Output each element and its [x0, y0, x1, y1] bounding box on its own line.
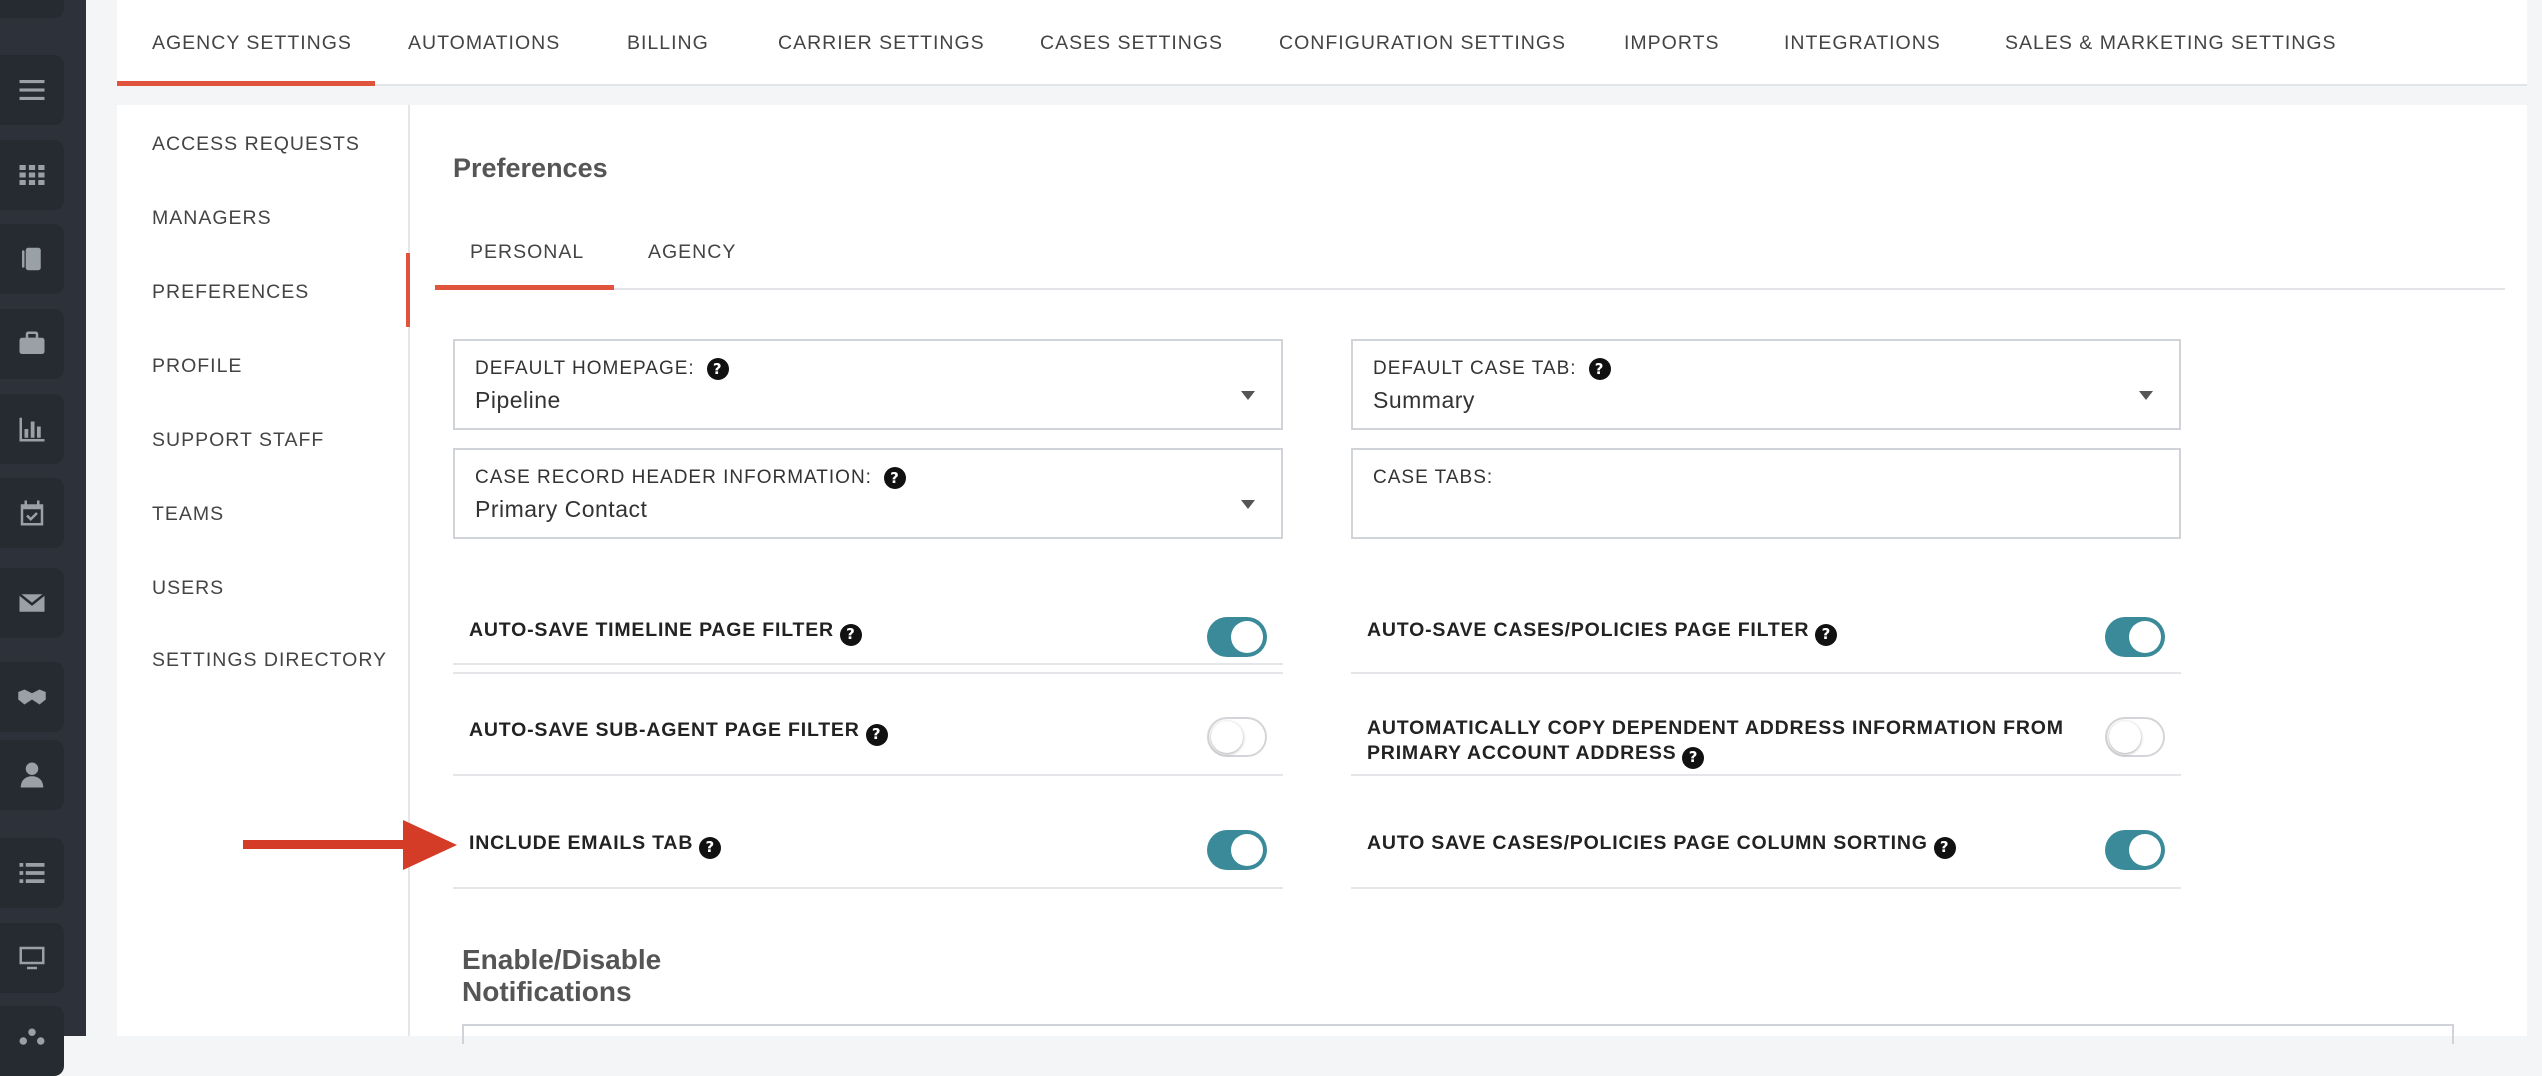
- page-title: Preferences: [453, 153, 608, 183]
- help-icon[interactable]: ?: [706, 358, 729, 380]
- chevron-down-icon: [2139, 391, 2153, 400]
- tab-imports[interactable]: IMPORTS: [1624, 32, 1719, 55]
- notifications-section-title: Enable/Disable Notifications: [462, 944, 662, 1007]
- auto-copy-address-row: AUTOMATICALLY COPY DEPENDENT ADDRESS INF…: [1351, 675, 2181, 776]
- include-emails-row: INCLUDE EMAILS TAB?: [453, 777, 1283, 889]
- auto-save-sorting-toggle[interactable]: [2105, 830, 2165, 870]
- calendar-check-icon[interactable]: [0, 478, 64, 548]
- autosave-timeline-label: AUTO-SAVE TIMELINE PAGE FILTER: [469, 619, 834, 641]
- subtabs-divider: [435, 288, 2505, 290]
- active-subtab-indicator: [435, 285, 614, 290]
- toggle-knob: [1211, 721, 1243, 753]
- handshake-icon[interactable]: [0, 662, 64, 732]
- sidebar-item-settings-directory[interactable]: SETTINGS DIRECTORY: [152, 649, 387, 672]
- autosave-subagent-row: AUTO-SAVE SUB-AGENT PAGE FILTER?: [453, 675, 1283, 776]
- settings-sidebar: ACCESS REQUESTS MANAGERS PREFERENCES PRO…: [117, 105, 411, 1036]
- autosave-cases-row: AUTO-SAVE CASES/POLICIES PAGE FILTER?: [1351, 603, 2181, 674]
- sidebar-item-access-requests[interactable]: ACCESS REQUESTS: [152, 133, 360, 156]
- help-icon[interactable]: ?: [1682, 746, 1705, 769]
- default-case-tab-select[interactable]: DEFAULT CASE TAB: ? Summary: [1351, 339, 2181, 430]
- preferences-panel: Preferences PERSONAL AGENCY DEFAULT HOME…: [410, 105, 2527, 1036]
- autosave-subagent-toggle[interactable]: [1207, 717, 1267, 757]
- autosave-cases-label: AUTO-SAVE CASES/POLICIES PAGE FILTER: [1367, 619, 1810, 641]
- auto-copy-address-label-line1: AUTOMATICALLY COPY DEPENDENT ADDRESS INF…: [1367, 717, 2064, 739]
- briefcase-icon[interactable]: [0, 309, 64, 379]
- cards-icon[interactable]: [0, 224, 64, 294]
- case-record-header-label: CASE RECORD HEADER INFORMATION:: [475, 467, 872, 488]
- default-case-tab-label: DEFAULT CASE TAB:: [1373, 358, 1577, 379]
- toggle-knob: [1231, 621, 1263, 653]
- tab-billing[interactable]: BILLING: [627, 32, 709, 55]
- settings-top-tabs: AGENCY SETTINGS AUTOMATIONS BILLING CARR…: [117, 0, 2527, 86]
- tab-personal[interactable]: PERSONAL: [470, 241, 584, 264]
- autosave-subagent-label: AUTO-SAVE SUB-AGENT PAGE FILTER: [469, 719, 860, 741]
- help-icon[interactable]: ?: [839, 623, 862, 646]
- help-icon[interactable]: ?: [865, 723, 888, 746]
- include-emails-label: INCLUDE EMAILS TAB: [469, 832, 694, 854]
- case-tabs-multiselect[interactable]: CASE TABS:: [1351, 448, 2181, 539]
- case-tabs-label: CASE TABS:: [1373, 467, 1494, 488]
- toggle-knob: [2129, 834, 2161, 866]
- tab-sales-marketing-settings[interactable]: SALES & MARKETING SETTINGS: [2005, 32, 2337, 55]
- org-icon[interactable]: [0, 1006, 64, 1076]
- autosave-timeline-toggle[interactable]: [1207, 617, 1267, 657]
- toggle-knob: [2109, 721, 2141, 753]
- autosave-cases-toggle[interactable]: [2105, 617, 2165, 657]
- sidebar-item-support-staff[interactable]: SUPPORT STAFF: [152, 429, 324, 452]
- annotation-arrow-icon: [243, 820, 457, 870]
- chevron-down-icon: [1241, 500, 1255, 509]
- sidebar-item-users[interactable]: USERS: [152, 577, 224, 600]
- tab-agency-settings[interactable]: AGENCY SETTINGS: [152, 32, 352, 55]
- help-icon[interactable]: ?: [699, 836, 722, 859]
- tab-carrier-settings[interactable]: CARRIER SETTINGS: [778, 32, 985, 55]
- envelope-icon[interactable]: [0, 568, 64, 638]
- active-tab-indicator: [117, 81, 375, 86]
- help-icon[interactable]: ?: [1815, 623, 1838, 646]
- default-homepage-label: DEFAULT HOMEPAGE:: [475, 358, 695, 379]
- tab-automations[interactable]: AUTOMATIONS: [408, 32, 560, 55]
- help-icon[interactable]: ?: [883, 467, 906, 489]
- chevron-down-icon: [1241, 391, 1255, 400]
- toggle-knob: [1231, 834, 1263, 866]
- toggle-knob: [2129, 621, 2161, 653]
- sidebar-item-profile[interactable]: PROFILE: [152, 355, 242, 378]
- auto-copy-address-label-line2: PRIMARY ACCOUNT ADDRESS: [1367, 742, 1677, 764]
- notifications-panel: [462, 1024, 2454, 1044]
- sidebar-item-managers[interactable]: MANAGERS: [152, 207, 272, 230]
- autosave-timeline-row: AUTO-SAVE TIMELINE PAGE FILTER?: [453, 603, 1283, 674]
- tab-configuration-settings[interactable]: CONFIGURATION SETTINGS: [1279, 32, 1566, 55]
- grid-icon[interactable]: [0, 140, 64, 210]
- default-homepage-value: Pipeline: [475, 387, 561, 413]
- bar-chart-icon[interactable]: [0, 394, 64, 464]
- help-icon[interactable]: ?: [1933, 836, 1956, 859]
- person-icon[interactable]: [0, 740, 64, 810]
- app-icon-rail: [0, 0, 86, 1076]
- default-case-tab-value: Summary: [1373, 387, 1475, 413]
- include-emails-toggle[interactable]: [1207, 830, 1267, 870]
- auto-save-sorting-row: AUTO SAVE CASES/POLICIES PAGE COLUMN SOR…: [1351, 777, 2181, 889]
- case-record-header-value: Primary Contact: [475, 496, 648, 522]
- auto-copy-address-toggle[interactable]: [2105, 717, 2165, 757]
- sidebar-item-preferences[interactable]: PREFERENCES: [152, 281, 309, 304]
- tab-integrations[interactable]: INTEGRATIONS: [1784, 32, 1941, 55]
- default-homepage-select[interactable]: DEFAULT HOMEPAGE: ? Pipeline: [453, 339, 1283, 430]
- tab-cases-settings[interactable]: CASES SETTINGS: [1040, 32, 1223, 55]
- monitor-icon[interactable]: [0, 923, 64, 993]
- case-record-header-select[interactable]: CASE RECORD HEADER INFORMATION: ? Primar…: [453, 448, 1283, 539]
- list-icon[interactable]: [0, 838, 64, 908]
- auto-save-sorting-label: AUTO SAVE CASES/POLICIES PAGE COLUMN SOR…: [1367, 832, 1928, 854]
- sidebar-item-teams[interactable]: TEAMS: [152, 503, 224, 526]
- help-icon[interactable]: ?: [1588, 358, 1611, 380]
- pie-chart-icon[interactable]: [0, 0, 64, 18]
- menu-lines-icon[interactable]: [0, 55, 64, 125]
- tab-agency[interactable]: AGENCY: [648, 241, 736, 264]
